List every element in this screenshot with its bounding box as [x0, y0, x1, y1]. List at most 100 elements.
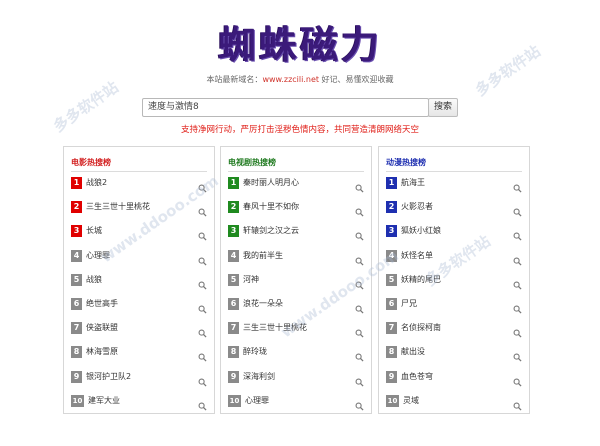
search-icon[interactable]	[513, 299, 523, 314]
rank-badge: 6	[386, 298, 397, 310]
list-item[interactable]: 6 尸兄	[386, 298, 523, 314]
list-item[interactable]: 6 绝世高手	[71, 298, 208, 314]
list-item[interactable]: 6 浪花一朵朵	[228, 298, 365, 314]
search-icon[interactable]	[198, 226, 208, 241]
item-title-link[interactable]: 心理罪	[245, 395, 269, 407]
search-icon[interactable]	[355, 202, 365, 217]
item-title-link[interactable]: 春风十里不如你	[243, 201, 299, 213]
list-item[interactable]: 7 名侦探柯南	[386, 322, 523, 338]
item-title-link[interactable]: 林海雪原	[86, 346, 118, 358]
list-item[interactable]: 1 秦时丽人明月心	[228, 177, 365, 193]
rank-badge: 8	[386, 346, 397, 359]
search-icon[interactable]	[198, 275, 208, 290]
search-icon[interactable]	[513, 178, 523, 193]
list-item[interactable]: 5 战狼	[71, 273, 208, 290]
item-title-link[interactable]: 血色苍穹	[401, 371, 433, 383]
list-item[interactable]: 10 心理罪	[228, 394, 365, 411]
list-item[interactable]: 4 妖怪名单	[386, 249, 523, 266]
item-title-link[interactable]: 战狼2	[86, 177, 107, 189]
list-item[interactable]: 4 心理罪	[71, 249, 208, 266]
item-title-link[interactable]: 航海王	[401, 177, 425, 189]
item-title-link[interactable]: 轩辕剑之汉之云	[243, 225, 299, 237]
item-title-link[interactable]: 绝世高手	[86, 298, 118, 310]
search-icon[interactable]	[513, 323, 523, 338]
item-title-link[interactable]: 建军大业	[88, 395, 120, 407]
search-icon[interactable]	[355, 323, 365, 338]
search-icon[interactable]	[198, 323, 208, 338]
list-item[interactable]: 8 林海雪原	[71, 346, 208, 362]
search-icon[interactable]	[198, 202, 208, 217]
list-item[interactable]: 3 轩辕剑之汉之云	[228, 225, 365, 241]
search-icon[interactable]	[513, 251, 523, 266]
search-icon[interactable]	[513, 275, 523, 290]
list-item[interactable]: 8 醉玲珑	[228, 346, 365, 362]
list-item[interactable]: 2 三生三世十里桃花	[71, 201, 208, 217]
list-item[interactable]: 5 妖精的尾巴	[386, 273, 523, 290]
search-icon[interactable]	[355, 275, 365, 290]
item-title-link[interactable]: 三生三世十里桃花	[243, 322, 307, 334]
item-title-link[interactable]: 我的前半生	[243, 250, 283, 262]
item-title-link[interactable]: 尸兄	[401, 298, 417, 310]
search-icon[interactable]	[513, 372, 523, 387]
item-title-link[interactable]: 心理罪	[86, 250, 110, 262]
item-title-link[interactable]: 醉玲珑	[243, 346, 267, 358]
search-icon[interactable]	[355, 347, 365, 362]
list-item[interactable]: 4 我的前半生	[228, 249, 365, 266]
list-item[interactable]: 8 献出没	[386, 346, 523, 362]
search-input[interactable]: 速度与激情8	[142, 98, 429, 117]
item-title-link[interactable]: 战狼	[86, 274, 102, 286]
domain-prefix: 本站最新域名：	[206, 75, 263, 84]
item-title-link[interactable]: 银河护卫队2	[86, 371, 131, 383]
item-title-link[interactable]: 火影忍者	[401, 201, 433, 213]
item-title-link[interactable]: 长城	[86, 225, 102, 237]
item-title-link[interactable]: 名侦探柯南	[401, 322, 441, 334]
search-icon[interactable]	[198, 299, 208, 314]
list-item[interactable]: 9 深海利剑	[228, 370, 365, 387]
search-icon[interactable]	[355, 178, 365, 193]
item-title-link[interactable]: 浪花一朵朵	[243, 298, 283, 310]
search-icon[interactable]	[355, 396, 365, 411]
search-icon[interactable]	[513, 226, 523, 241]
domain-url-link[interactable]: www.zzcili.net	[262, 75, 319, 84]
item-title-link[interactable]: 河神	[243, 274, 259, 286]
item-title-link[interactable]: 侠盗联盟	[86, 322, 118, 334]
search-icon[interactable]	[198, 347, 208, 362]
list-item[interactable]: 7 侠盗联盟	[71, 322, 208, 338]
list-item[interactable]: 3 长城	[71, 225, 208, 241]
search-icon[interactable]	[355, 299, 365, 314]
search-icon[interactable]	[355, 372, 365, 387]
tv-ranking-panel: 电视剧热搜榜 1 秦时丽人明月心 2 春风十里不如你 3 轩辕剑之汉之云 4 我的前半生 5 河神 6…	[220, 146, 372, 414]
search-icon[interactable]	[198, 251, 208, 266]
search-icon[interactable]	[513, 396, 523, 411]
search-icon[interactable]	[355, 251, 365, 266]
list-item[interactable]: 1 航海王	[386, 177, 523, 193]
item-title-link[interactable]: 妖怪名单	[401, 250, 433, 262]
item-title-link[interactable]: 狐妖小红娘	[401, 225, 441, 237]
rank-badge: 9	[386, 370, 397, 383]
search-icon[interactable]	[198, 372, 208, 387]
list-item[interactable]: 9 银河护卫队2	[71, 370, 208, 387]
item-title-link[interactable]: 灵域	[403, 395, 419, 407]
list-item[interactable]: 1 战狼2	[71, 177, 208, 193]
item-title-link[interactable]: 三生三世十里桃花	[86, 201, 150, 213]
item-title-link[interactable]: 深海利剑	[243, 371, 275, 383]
list-item[interactable]: 10 灵域	[386, 394, 523, 411]
site-logo[interactable]: 蜘蛛磁力	[0, 14, 600, 69]
list-item[interactable]: 7 三生三世十里桃花	[228, 322, 365, 338]
search-icon[interactable]	[513, 202, 523, 217]
item-title-link[interactable]: 秦时丽人明月心	[243, 177, 299, 189]
list-item[interactable]: 2 春风十里不如你	[228, 201, 365, 217]
list-item[interactable]: 5 河神	[228, 273, 365, 290]
search-icon[interactable]	[513, 347, 523, 362]
item-title-link[interactable]: 献出没	[401, 346, 425, 358]
search-icon[interactable]	[198, 178, 208, 193]
list-item[interactable]: 9 血色苍穹	[386, 370, 523, 387]
panel-title: 电影热搜榜	[71, 158, 111, 167]
search-icon[interactable]	[355, 226, 365, 241]
search-icon[interactable]	[198, 396, 208, 411]
search-button[interactable]: 搜索	[428, 98, 458, 117]
item-title-link[interactable]: 妖精的尾巴	[401, 274, 441, 286]
list-item[interactable]: 2 火影忍者	[386, 201, 523, 217]
list-item[interactable]: 10 建军大业	[71, 394, 208, 411]
list-item[interactable]: 3 狐妖小红娘	[386, 225, 523, 241]
